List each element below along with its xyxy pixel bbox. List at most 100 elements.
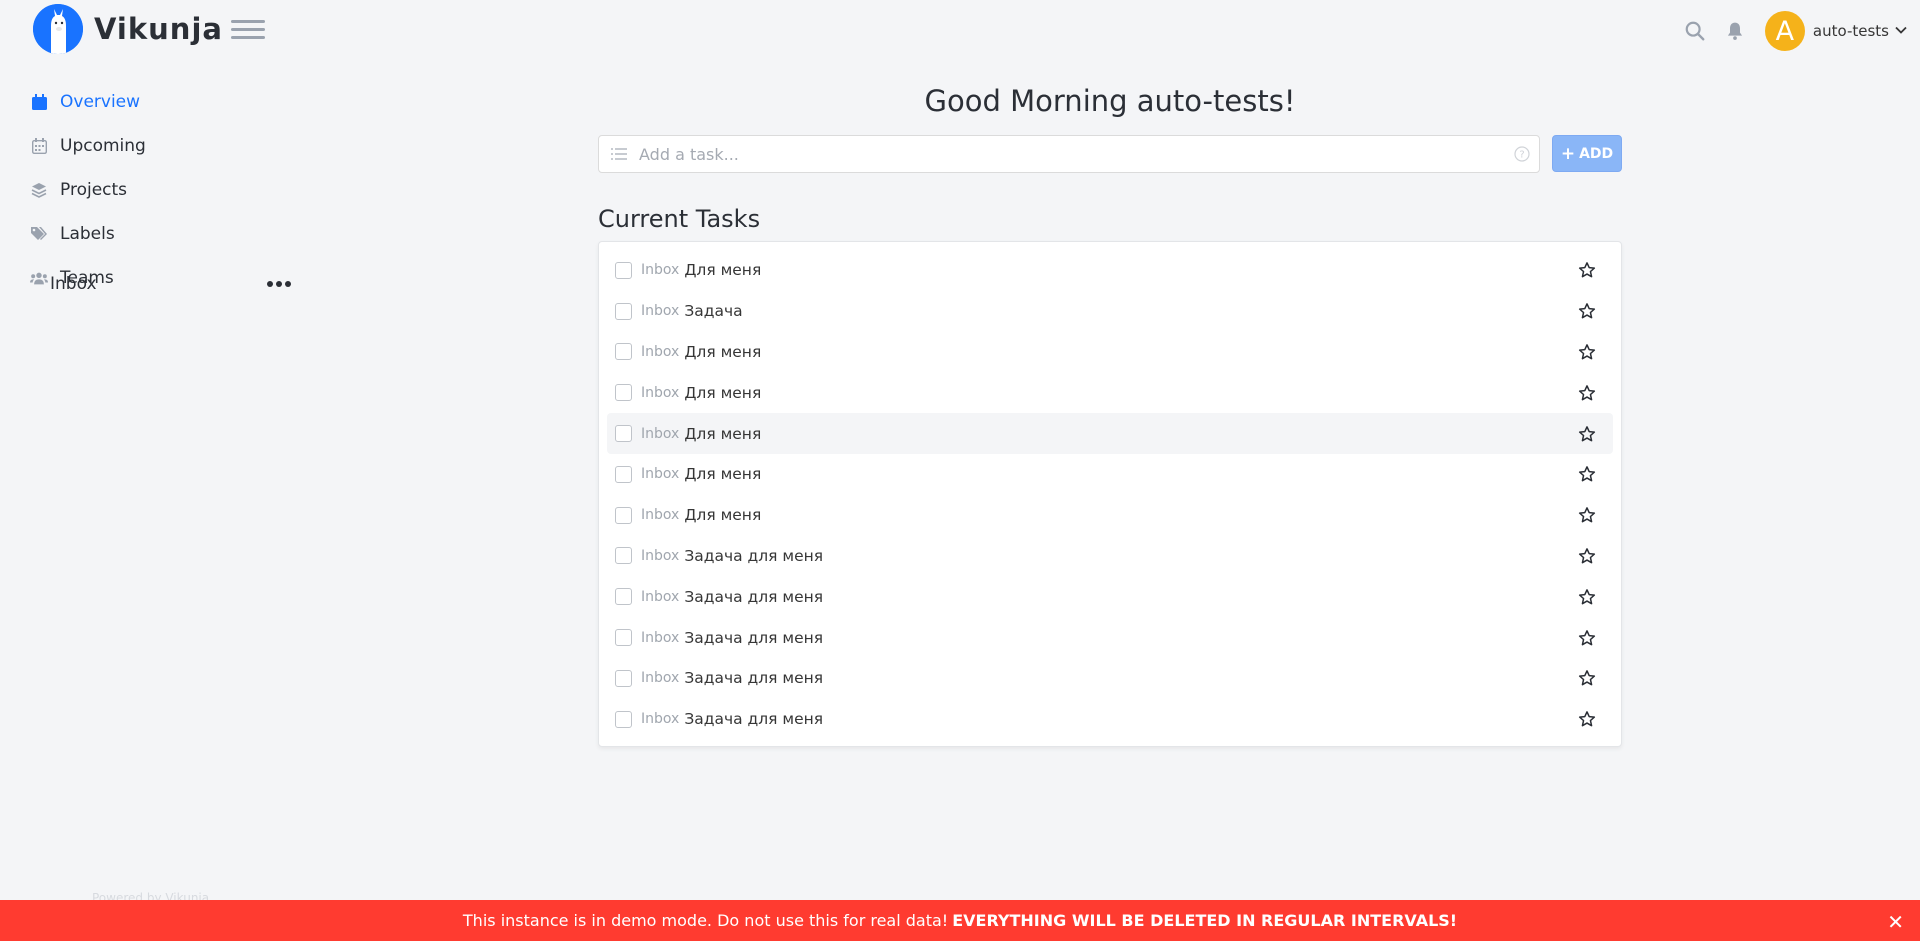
sidebar-item-labels[interactable]: Labels xyxy=(0,212,300,256)
task-title[interactable]: Задача для меня xyxy=(684,669,1577,687)
task-row[interactable]: Inbox Задача для меня xyxy=(607,576,1613,617)
task-checkbox[interactable] xyxy=(615,506,632,524)
plus-icon: + xyxy=(1560,143,1576,164)
sidebar-item-label: Projects xyxy=(60,180,128,200)
star-icon[interactable] xyxy=(1577,383,1597,403)
star-icon[interactable] xyxy=(1577,668,1597,688)
avatar[interactable]: A xyxy=(1764,11,1805,51)
sidebar-item-label: Labels xyxy=(60,224,115,244)
banner-emphasis: EVERYTHING WILL BE DELETED IN REGULAR IN… xyxy=(952,911,1458,930)
add-task-field: ? xyxy=(598,135,1540,173)
star-icon[interactable] xyxy=(1577,628,1597,648)
star-icon[interactable] xyxy=(1577,260,1597,280)
username-menu[interactable]: auto-tests xyxy=(1813,22,1889,40)
task-checkbox[interactable] xyxy=(615,588,632,606)
task-title[interactable]: Для меня xyxy=(684,425,1577,443)
bell-icon xyxy=(1727,22,1743,40)
task-checkbox[interactable] xyxy=(615,343,632,361)
task-row[interactable]: Inbox Задача для меня xyxy=(607,658,1613,699)
project-label: Inbox xyxy=(50,274,97,294)
chevron-down-icon[interactable] xyxy=(1894,22,1908,41)
logo[interactable]: Vikunja xyxy=(33,4,223,54)
svg-text:?: ? xyxy=(1519,150,1524,161)
task-row[interactable]: Inbox Задача для меня xyxy=(607,536,1613,577)
add-task-button[interactable]: + ADD xyxy=(1552,135,1622,172)
help-icon[interactable]: ? xyxy=(1505,146,1539,162)
task-project[interactable]: Inbox xyxy=(641,630,679,646)
task-row[interactable]: Inbox Задача для меня xyxy=(607,699,1613,740)
task-title[interactable]: Задача xyxy=(684,302,1577,320)
star-icon[interactable] xyxy=(1577,301,1597,321)
task-project[interactable]: Inbox xyxy=(641,711,679,727)
task-title[interactable]: Задача для меня xyxy=(684,629,1577,647)
sidebar-item-overview[interactable]: Overview xyxy=(0,80,300,124)
search-icon xyxy=(1685,21,1705,41)
star-icon[interactable] xyxy=(1577,546,1597,566)
task-row[interactable]: Inbox Для меня xyxy=(607,495,1613,536)
notifications-button[interactable] xyxy=(1715,11,1755,51)
close-icon[interactable]: ✕ xyxy=(1887,910,1904,934)
task-row[interactable]: Inbox Для меня xyxy=(607,413,1613,454)
llama-logo-icon xyxy=(33,4,83,54)
task-title[interactable]: Для меня xyxy=(684,465,1577,483)
task-title[interactable]: Для меня xyxy=(684,261,1577,279)
task-project[interactable]: Inbox xyxy=(641,466,679,482)
search-button[interactable] xyxy=(1675,11,1715,51)
task-checkbox[interactable] xyxy=(615,384,632,402)
task-project[interactable]: Inbox xyxy=(641,548,679,564)
task-checkbox[interactable] xyxy=(615,629,632,647)
task-project[interactable]: Inbox xyxy=(641,385,679,401)
layers-icon xyxy=(30,181,48,199)
task-checkbox[interactable] xyxy=(615,710,632,728)
star-icon[interactable] xyxy=(1577,424,1597,444)
star-icon[interactable] xyxy=(1577,587,1597,607)
task-checkbox[interactable] xyxy=(615,669,632,687)
task-row[interactable]: Inbox Для меня xyxy=(607,454,1613,495)
task-title[interactable]: Для меня xyxy=(684,384,1577,402)
task-checkbox[interactable] xyxy=(615,261,632,279)
task-title[interactable]: Задача для меня xyxy=(684,710,1577,728)
add-task-form: ? + ADD xyxy=(598,135,1622,173)
task-title[interactable]: Для меня xyxy=(684,506,1577,524)
task-checkbox[interactable] xyxy=(615,425,632,443)
task-title[interactable]: Задача для меня xyxy=(684,588,1577,606)
sidebar-item-upcoming[interactable]: Upcoming xyxy=(0,124,300,168)
tags-icon xyxy=(30,225,48,243)
demo-mode-banner: This instance is in demo mode. Do not us… xyxy=(0,900,1920,941)
task-project[interactable]: Inbox xyxy=(641,344,679,360)
app-name: Vikunja xyxy=(94,12,223,46)
star-icon[interactable] xyxy=(1577,709,1597,729)
task-title[interactable]: Задача для меня xyxy=(684,547,1577,565)
calendar-icon xyxy=(30,93,48,111)
add-task-input[interactable] xyxy=(639,144,1505,164)
task-project[interactable]: Inbox xyxy=(641,589,679,605)
task-title[interactable]: Для меня xyxy=(684,343,1577,361)
page-title: Good Morning auto-tests! xyxy=(924,84,1296,118)
add-button-label: ADD xyxy=(1579,145,1614,162)
sidebar-item-label: Overview xyxy=(60,92,141,112)
task-checkbox[interactable] xyxy=(615,302,632,320)
list-icon xyxy=(599,147,639,161)
star-icon[interactable] xyxy=(1577,464,1597,484)
task-row[interactable]: Inbox Для меня xyxy=(607,250,1613,291)
section-title: Current Tasks xyxy=(598,205,761,233)
task-list: Inbox Для меня Inbox Задача Inbox Для меня … xyxy=(598,241,1622,747)
task-project[interactable]: Inbox xyxy=(641,670,679,686)
sidebar-project-inbox[interactable]: Inbox xyxy=(50,268,295,300)
star-icon[interactable] xyxy=(1577,505,1597,525)
menu-toggle-button[interactable] xyxy=(231,20,265,42)
task-row[interactable]: Inbox Для меня xyxy=(607,372,1613,413)
sidebar-item-label: Upcoming xyxy=(60,136,146,156)
task-row[interactable]: Inbox Задача для меня xyxy=(607,617,1613,658)
task-row[interactable]: Inbox Для меня xyxy=(607,332,1613,373)
sidebar-item-projects[interactable]: Projects xyxy=(0,168,300,212)
task-checkbox[interactable] xyxy=(615,465,632,483)
task-project[interactable]: Inbox xyxy=(641,303,679,319)
project-options-icon[interactable] xyxy=(263,275,295,293)
star-icon[interactable] xyxy=(1577,342,1597,362)
task-project[interactable]: Inbox xyxy=(641,507,679,523)
task-project[interactable]: Inbox xyxy=(641,426,679,442)
task-checkbox[interactable] xyxy=(615,547,632,565)
task-row[interactable]: Inbox Задача xyxy=(607,291,1613,332)
task-project[interactable]: Inbox xyxy=(641,262,679,278)
